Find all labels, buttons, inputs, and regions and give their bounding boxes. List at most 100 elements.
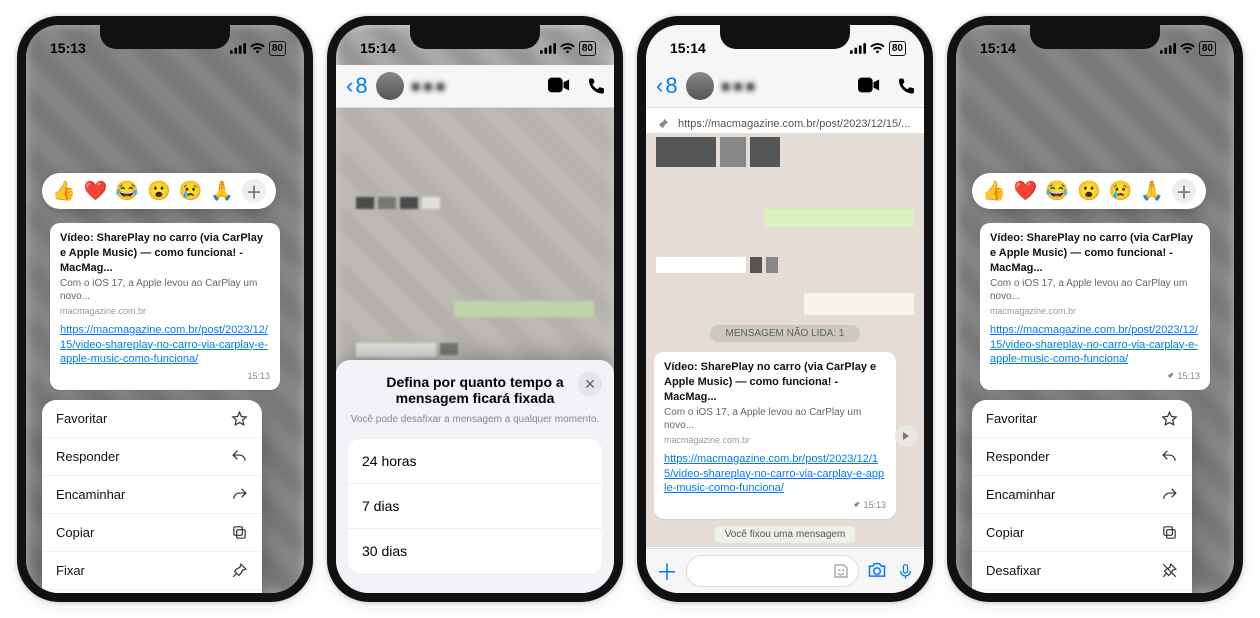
pin-icon xyxy=(231,562,248,579)
unread-divider: MENSAGEM NÃO LIDA: 1 xyxy=(710,325,861,342)
reaction-more-button[interactable]: ＋ xyxy=(242,179,266,203)
reaction-thumbs-up[interactable]: 👍 xyxy=(982,179,1006,203)
pin-toast: Você fixou uma mensagem xyxy=(714,525,857,544)
reaction-more-button[interactable]: ＋ xyxy=(1172,179,1196,203)
signal-icon xyxy=(230,43,246,54)
menu-warn[interactable]: Denunciar xyxy=(972,589,1192,593)
reaction-sad[interactable]: 😢 xyxy=(179,179,203,203)
forward-icon xyxy=(231,486,248,503)
back-button[interactable]: ‹8 xyxy=(656,73,678,99)
wifi-icon xyxy=(250,43,265,54)
pin-duration-sheet: ✕ Defina por quanto tempo a mensagem fic… xyxy=(336,360,614,593)
avatar[interactable] xyxy=(376,72,404,100)
menu-copy[interactable]: Copiar xyxy=(42,513,262,551)
menu-copy[interactable]: Copiar xyxy=(972,513,1192,551)
message-bubble[interactable]: Vídeo: SharePlay no carro (via CarPlay e… xyxy=(654,352,896,519)
battery-pct: 80 xyxy=(892,43,903,54)
status-time: 15:14 xyxy=(980,40,1016,56)
reaction-heart[interactable]: ❤️ xyxy=(84,179,108,203)
menu-item-label: Responder xyxy=(56,449,120,464)
link-preview-title: Vídeo: SharePlay no carro (via CarPlay e… xyxy=(60,231,270,276)
voice-call-icon[interactable] xyxy=(586,77,604,95)
time-text: 15:13 xyxy=(1177,371,1200,381)
menu-star[interactable]: Favoritar xyxy=(42,400,262,437)
battery-pct: 80 xyxy=(1202,43,1213,54)
menu-warn[interactable]: Denunciar xyxy=(42,589,262,593)
link-preview-title: Vídeo: SharePlay no carro (via CarPlay e… xyxy=(664,360,886,405)
message-input[interactable] xyxy=(686,555,859,587)
reaction-sad[interactable]: 😢 xyxy=(1109,179,1133,203)
video-call-icon[interactable] xyxy=(548,77,570,93)
status-time: 15:13 xyxy=(50,40,86,56)
context-menu-b: Favoritar Responder Encaminhar Copiar Desafi… xyxy=(972,400,1192,593)
reaction-heart[interactable]: ❤️ xyxy=(1014,179,1038,203)
battery-indicator: 80 xyxy=(579,41,596,56)
menu-item-label: Desafixar xyxy=(986,563,1041,578)
wifi-icon xyxy=(870,43,885,54)
link-preview-desc: Com o iOS 17, a Apple levou ao CarPlay u… xyxy=(60,277,270,304)
reaction-wow[interactable]: 😮 xyxy=(1077,179,1101,203)
star-icon xyxy=(231,410,248,427)
mic-icon[interactable] xyxy=(897,561,914,581)
link-preview-desc: Com o iOS 17, a Apple levou ao CarPlay u… xyxy=(990,277,1200,304)
pin-icon xyxy=(656,117,670,131)
reply-icon xyxy=(1161,448,1178,465)
attach-button[interactable]: ＋ xyxy=(656,555,678,587)
menu-forward[interactable]: Encaminhar xyxy=(972,475,1192,513)
signal-icon xyxy=(1160,43,1176,54)
menu-item-label: Copiar xyxy=(986,525,1024,540)
reaction-pray[interactable]: 🙏 xyxy=(1140,179,1164,203)
message-bubble[interactable]: Vídeo: SharePlay no carro (via CarPlay e… xyxy=(50,223,280,390)
option-30d[interactable]: 30 dias xyxy=(348,528,602,573)
wifi-icon xyxy=(560,43,575,54)
chat-body[interactable]: MENSAGEM NÃO LIDA: 1 Vídeo: SharePlay no… xyxy=(646,133,924,547)
link-preview-domain: macmagazine.com.br xyxy=(664,434,886,446)
video-call-icon[interactable] xyxy=(858,77,880,93)
link-preview-desc: Com o iOS 17, a Apple levou ao CarPlay u… xyxy=(664,406,886,433)
battery-indicator: 80 xyxy=(1199,41,1216,56)
menu-reply[interactable]: Responder xyxy=(42,437,262,475)
phone-2: 15:14 80 ‹8 ■ ■ ■ Hoje xyxy=(327,16,623,602)
notch xyxy=(1030,25,1160,49)
chat-header: ‹8 ■ ■ ■ xyxy=(646,65,924,108)
forward-circle-icon[interactable] xyxy=(894,424,918,448)
link-url[interactable]: https://macmagazine.com.br/post/2023/12/… xyxy=(60,323,270,368)
reaction-pray[interactable]: 🙏 xyxy=(210,179,234,203)
chat-title[interactable]: ■ ■ ■ xyxy=(412,78,445,94)
link-url[interactable]: https://macmagazine.com.br/post/2023/12/… xyxy=(664,452,886,497)
reaction-laugh[interactable]: 😂 xyxy=(115,179,139,203)
battery-pct: 80 xyxy=(272,43,283,54)
reaction-thumbs-up[interactable]: 👍 xyxy=(52,179,76,203)
message-time: 15:13 xyxy=(664,499,886,511)
camera-icon[interactable] xyxy=(867,561,887,578)
menu-unpin[interactable]: Desafixar xyxy=(972,551,1192,589)
menu-item-label: Encaminhar xyxy=(986,487,1055,502)
phone-4: 15:14 80 👍 ❤️ 😂 😮 😢 🙏 ＋ Vídeo: SharePlay… xyxy=(947,16,1243,602)
close-button[interactable]: ✕ xyxy=(578,372,602,396)
notch xyxy=(410,25,540,49)
battery-indicator: 80 xyxy=(269,41,286,56)
menu-star[interactable]: Favoritar xyxy=(972,400,1192,437)
avatar[interactable] xyxy=(686,72,714,100)
notch xyxy=(100,25,230,49)
option-7d[interactable]: 7 dias xyxy=(348,483,602,528)
pinned-url: https://macmagazine.com.br/post/2023/12/… xyxy=(678,118,910,130)
sheet-title: Defina por quanto tempo a mensagem ficar… xyxy=(348,374,602,406)
battery-indicator: 80 xyxy=(889,41,906,56)
reaction-wow[interactable]: 😮 xyxy=(147,179,171,203)
message-time: 15:13 xyxy=(990,370,1200,382)
link-url[interactable]: https://macmagazine.com.br/post/2023/12/… xyxy=(990,323,1200,368)
pin-icon xyxy=(852,500,861,509)
menu-forward[interactable]: Encaminhar xyxy=(42,475,262,513)
back-button[interactable]: ‹8 xyxy=(346,73,368,99)
reaction-laugh[interactable]: 😂 xyxy=(1045,179,1069,203)
menu-pin[interactable]: Fixar xyxy=(42,551,262,589)
option-24h[interactable]: 24 horas xyxy=(348,439,602,483)
unread-count: 8 xyxy=(355,73,367,99)
menu-item-label: Favoritar xyxy=(986,411,1037,426)
chat-title[interactable]: ■ ■ ■ xyxy=(722,78,755,94)
message-bubble[interactable]: Vídeo: SharePlay no carro (via CarPlay e… xyxy=(980,223,1210,390)
menu-reply[interactable]: Responder xyxy=(972,437,1192,475)
voice-call-icon[interactable] xyxy=(896,77,914,95)
sticker-icon[interactable] xyxy=(832,562,850,580)
